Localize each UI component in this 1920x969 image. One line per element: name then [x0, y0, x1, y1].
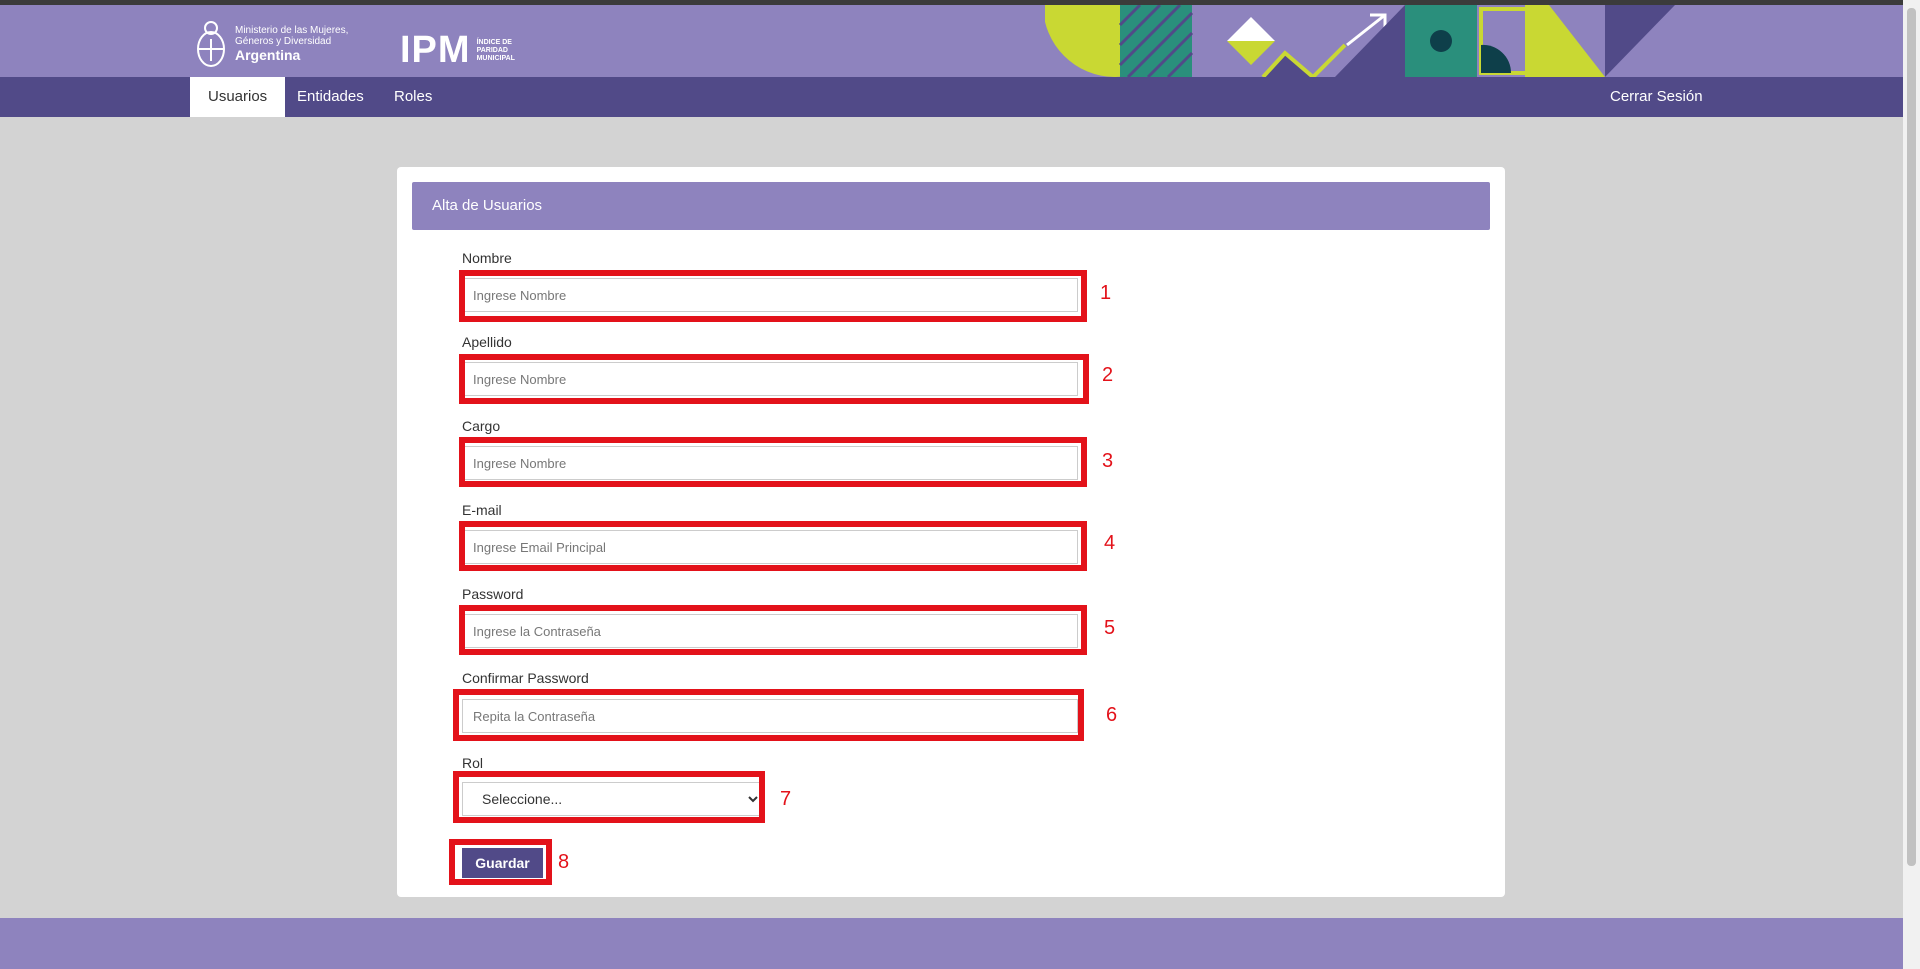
annotation-number-1: 1 [1100, 282, 1112, 304]
vertical-scrollbar[interactable] [1903, 0, 1920, 969]
ministry-line-2: Géneros y Diversidad [235, 36, 332, 47]
annotation-number-4: 4 [1104, 532, 1116, 554]
annotation-box-6 [453, 689, 1084, 741]
site-footer [0, 918, 1903, 969]
header-decoration-graphic [1045, 5, 1675, 77]
ministry-logo[interactable]: Ministerio de las Mujeres, Géneros y Div… [195, 19, 348, 69]
annotation-box-5 [459, 605, 1087, 655]
rol-label: Rol [462, 755, 484, 771]
annotation-box-7 [453, 771, 765, 823]
annotation-box-8 [449, 839, 552, 885]
annotation-number-8: 8 [558, 851, 570, 873]
cargo-label: Cargo [462, 418, 501, 434]
nav-tab-usuarios[interactable]: Usuarios [190, 77, 286, 117]
coat-of-arms-icon [197, 21, 225, 67]
annotation-number-3: 3 [1102, 450, 1114, 472]
ipm-subtitle-line-2: PARIDAD [476, 46, 508, 54]
nombre-label: Nombre [462, 250, 512, 266]
ministry-name: Ministerio de las Mujeres, Géneros y Div… [235, 25, 348, 63]
email-label: E-mail [462, 502, 502, 518]
ipm-logo-subtitle: ÍNDICE DE PARIDAD MUNICIPAL [477, 39, 515, 63]
confirm-password-label: Confirmar Password [462, 670, 589, 686]
annotation-number-6: 6 [1106, 704, 1118, 726]
annotation-box-2 [459, 354, 1089, 404]
ministry-line-1: Ministerio de las Mujeres, [235, 25, 349, 36]
ipm-subtitle-line-1: ÍNDICE DE [476, 38, 512, 46]
annotation-box-1 [459, 270, 1087, 322]
card-title: Alta de Usuarios [412, 182, 1490, 230]
ipm-logo[interactable]: IPM ÍNDICE DE PARIDAD MUNICIPAL [400, 29, 515, 72]
annotation-box-4 [459, 521, 1087, 571]
ministry-line-3: Argentina [235, 47, 301, 63]
apellido-label: Apellido [462, 334, 512, 350]
ipm-logo-text: IPM [400, 29, 471, 71]
password-label: Password [462, 586, 524, 602]
annotation-number-7: 7 [780, 788, 792, 810]
annotation-number-5: 5 [1104, 617, 1116, 639]
site-header: Ministerio de las Mujeres, Géneros y Div… [0, 5, 1903, 77]
ipm-subtitle-line-3: MUNICIPAL [476, 54, 515, 62]
scrollbar-thumb[interactable] [1907, 8, 1916, 866]
annotation-box-3 [459, 437, 1087, 487]
nav-tab-roles[interactable]: Roles [376, 77, 450, 117]
logout-link[interactable]: Cerrar Sesión [1610, 77, 1703, 117]
main-nav: Usuarios Entidades Roles Cerrar Sesión [0, 77, 1903, 117]
annotation-number-2: 2 [1102, 364, 1114, 386]
nav-tab-entidades[interactable]: Entidades [279, 77, 382, 117]
